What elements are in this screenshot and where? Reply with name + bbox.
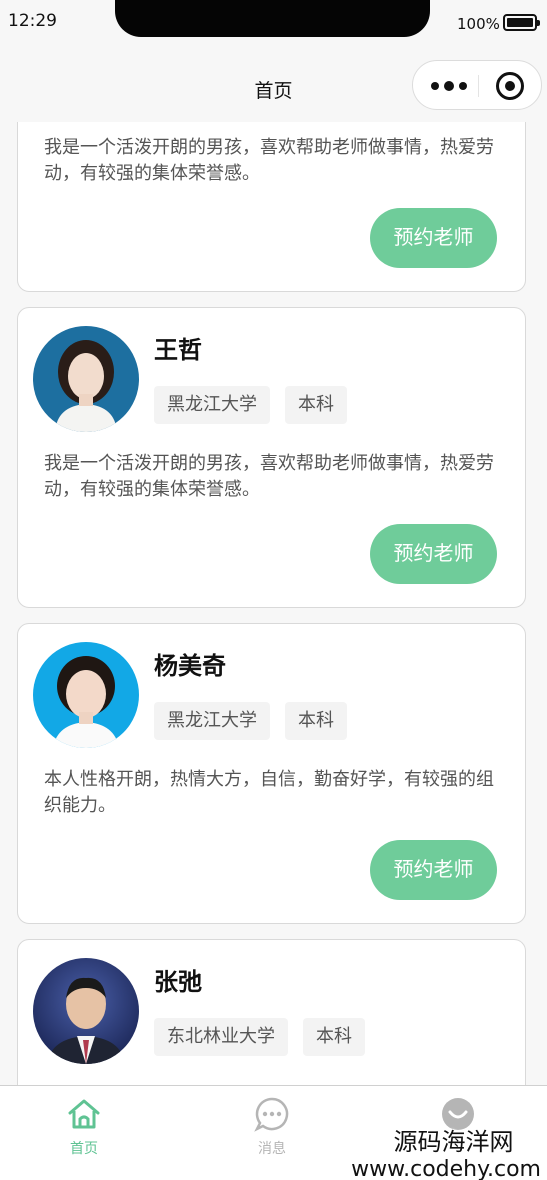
book-teacher-button[interactable]: 预约老师 — [370, 208, 497, 268]
teacher-tags: 黑龙江大学 本科 — [154, 702, 347, 740]
degree-tag: 本科 — [285, 702, 347, 740]
teacher-tags: 东北林业大学 本科 — [154, 1018, 365, 1056]
status-time: 12:29 — [8, 11, 57, 31]
message-icon — [254, 1097, 289, 1132]
teacher-name: 张弛 — [154, 968, 202, 996]
avatar — [33, 326, 139, 432]
tab-home-label: 首页 — [70, 1141, 98, 1157]
teacher-name: 杨美奇 — [154, 652, 226, 680]
degree-tag: 本科 — [285, 386, 347, 424]
tab-messages-label: 消息 — [258, 1141, 286, 1157]
tab-messages[interactable]: 消息 — [232, 1096, 312, 1160]
tab-home[interactable]: 首页 — [44, 1096, 124, 1160]
camera-notch — [115, 0, 430, 37]
school-tag: 黑龙江大学 — [154, 702, 270, 740]
teacher-bio: 我是一个活泼开朗的男孩，喜欢帮助老师做事情，热爱劳动，有较强的集体荣誉感。 — [44, 453, 494, 500]
teacher-card: 王哲 黑龙江大学 本科 我是一个活泼开朗的男孩，喜欢帮助老师做事情，热爱劳动，有… — [17, 307, 526, 608]
avatar — [33, 958, 139, 1064]
degree-tag: 本科 — [303, 1018, 365, 1056]
more-icon[interactable] — [427, 73, 471, 99]
teacher-list[interactable]: 我是一个活泼开朗的男孩，喜欢帮助老师做事情，热爱劳动，有较强的集体荣誉感。 预约… — [0, 0, 547, 1085]
avatar — [33, 642, 139, 748]
miniprogram-capsule — [412, 60, 542, 110]
teacher-bio: 本人性格开朗，热情大方，自信，勤奋好学，有较强的组织能力。 — [44, 769, 494, 816]
book-teacher-button[interactable]: 预约老师 — [370, 524, 497, 584]
school-tag: 东北林业大学 — [154, 1018, 288, 1056]
teacher-tags: 黑龙江大学 本科 — [154, 386, 347, 424]
nav-bar: 首页 — [0, 48, 547, 122]
teacher-card: 张弛 东北林业大学 本科 — [17, 939, 526, 1085]
teacher-name: 王哲 — [154, 336, 202, 364]
school-tag: 黑龙江大学 — [154, 386, 270, 424]
watermark: 源码海洋网 www.codehy.com — [330, 1122, 547, 1180]
book-teacher-button[interactable]: 预约老师 — [370, 840, 497, 900]
watermark-url: www.codehy.com — [351, 1157, 541, 1180]
capsule-divider — [478, 75, 479, 97]
home-icon — [68, 1099, 100, 1129]
watermark-name: 源码海洋网 — [393, 1128, 514, 1156]
battery-icon — [503, 14, 540, 31]
battery-percent: 100% — [457, 15, 500, 33]
teacher-card: 杨美奇 黑龙江大学 本科 本人性格开朗，热情大方，自信，勤奋好学，有较强的组织能… — [17, 623, 526, 924]
status-bar: 12:29 100% — [0, 0, 547, 48]
teacher-bio: 我是一个活泼开朗的男孩，喜欢帮助老师做事情，热爱劳动，有较强的集体荣誉感。 — [44, 137, 494, 184]
close-miniprogram-icon[interactable] — [496, 72, 524, 100]
